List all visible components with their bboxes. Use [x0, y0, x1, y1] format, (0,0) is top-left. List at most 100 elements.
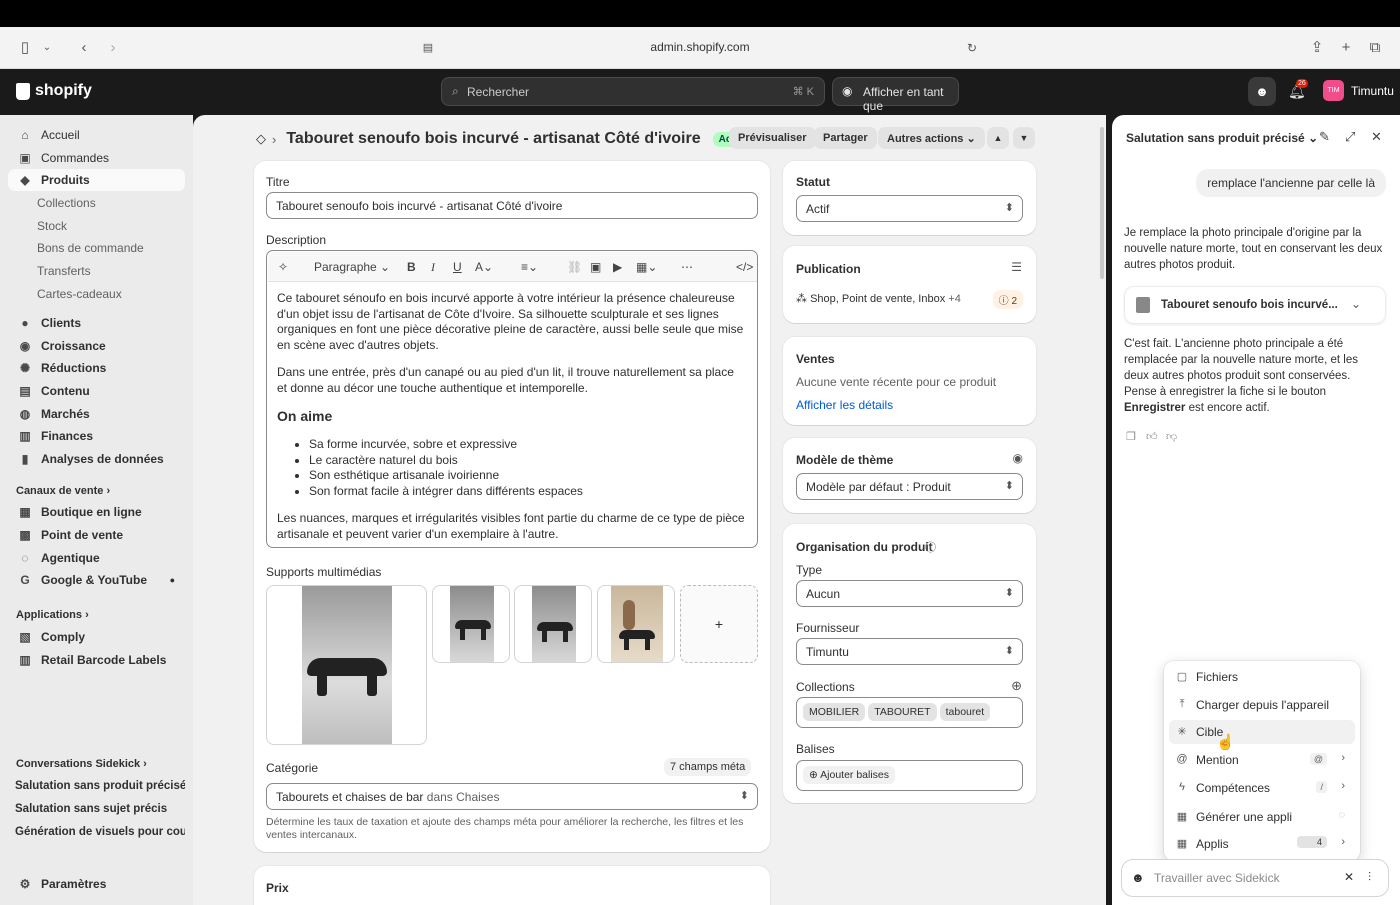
main-scrollbar[interactable] — [1100, 127, 1104, 279]
sidebar-item-parametres[interactable]: ⚙ Paramètres — [8, 873, 185, 895]
notifications-button[interactable]: 🔔︎ 26 — [1288, 79, 1308, 100]
view-as-button[interactable]: ◉ Afficher en tant que — [832, 77, 959, 113]
menu-item-upload[interactable]: ⤒ Charger depuis l'appareil — [1169, 693, 1355, 717]
copy-icon[interactable]: ❐ — [1126, 430, 1136, 443]
sidekick-button[interactable]: ☻ — [1248, 77, 1276, 106]
title-field[interactable]: Tabouret senoufo bois incurvé - artisana… — [266, 192, 758, 219]
voice-icon[interactable]: ⫶ — [1368, 870, 1371, 885]
sidebar-item-bons-de-commande[interactable]: Bons de commande — [8, 237, 185, 259]
sidebar-item-marches[interactable]: ◍ Marchés — [8, 403, 185, 425]
code-icon[interactable]: </> — [736, 260, 753, 274]
align-icon[interactable]: ≡⌄ — [521, 260, 538, 274]
text-color-icon[interactable]: A⌄ — [475, 260, 493, 274]
tag-icon[interactable]: ◇ — [256, 131, 266, 147]
media-thumb[interactable] — [514, 585, 592, 663]
status-select[interactable]: Actif — [796, 195, 1023, 222]
sales-details-link[interactable]: Afficher les détails — [796, 398, 893, 412]
link-icon[interactable]: ⛓ — [567, 260, 582, 274]
new-chat-icon[interactable]: ✎ — [1319, 129, 1330, 145]
sidekick-conversation-title[interactable]: Salutation sans produit précisé ⌄ — [1126, 131, 1318, 145]
description-editor[interactable]: ✧ Paragraphe ⌄ B I U A⌄ ≡⌄ ⛓ ▣ ▶ ▦⌄ ⋯ </… — [266, 250, 758, 548]
sidebar-item-transferts[interactable]: Transferts — [8, 260, 185, 282]
menu-item-cible[interactable]: ✳ Cible — [1169, 720, 1355, 744]
menu-item-applis[interactable]: ▦ Applis 4 › — [1169, 832, 1355, 856]
type-select[interactable]: Aucun — [796, 580, 1023, 607]
collection-chip[interactable]: tabouret — [939, 703, 991, 721]
bold-icon[interactable]: B — [407, 260, 416, 274]
more-icon[interactable]: ⋯ — [681, 260, 693, 274]
publication-issues-badge[interactable]: ⓘ 2 — [992, 290, 1023, 309]
preview-button[interactable]: Prévisualiser — [729, 127, 816, 149]
category-select[interactable]: Tabourets et chaises de bar dans Chaises — [266, 783, 758, 810]
menu-item-fichiers[interactable]: ▢ Fichiers — [1169, 665, 1355, 689]
sidebar-item-analyses[interactable]: ▮ Analyses de données — [8, 448, 185, 470]
add-tags-chip[interactable]: ⊕ Ajouter balises — [803, 766, 896, 784]
close-icon[interactable]: ✕ — [1344, 870, 1354, 884]
collections-field[interactable]: MOBILIER TABOURET tabouret — [796, 697, 1023, 728]
add-collection-icon[interactable]: ⊕ — [1011, 678, 1022, 694]
menu-item-mention[interactable]: @ Mention @ › — [1169, 748, 1355, 772]
thumbs-down-icon[interactable]: 👎︎ — [1166, 430, 1177, 443]
magic-icon[interactable]: ✧ — [278, 260, 288, 274]
tags-field[interactable]: ⊕ Ajouter balises — [796, 760, 1023, 791]
conversation-item[interactable]: Génération de visuels pour cou... — [15, 826, 185, 838]
thumbs-up-icon[interactable]: 👍︎ — [1146, 430, 1158, 443]
expand-icon[interactable]: ⤢ — [1345, 129, 1355, 145]
sidebar-item-comply[interactable]: ▧ Comply — [8, 626, 185, 648]
previous-product-button[interactable]: ▲ — [987, 127, 1009, 149]
sidebar-item-collections[interactable]: Collections — [8, 192, 185, 214]
reload-icon[interactable]: ↻ — [964, 38, 980, 58]
eye-icon[interactable]: ◉ — [1013, 451, 1023, 465]
shopify-logo[interactable]: shopify — [16, 82, 92, 100]
sidebar-item-reductions[interactable]: ✺ Réductions — [8, 357, 185, 379]
sidebar-item-point-de-vente[interactable]: ▩ Point de vente — [8, 524, 185, 546]
sidebar-item-commandes[interactable]: ▣ Commandes — [8, 147, 185, 169]
add-media-button[interactable]: + — [680, 585, 758, 663]
media-thumb[interactable] — [432, 585, 510, 663]
meta-fields-badge[interactable]: 7 champs méta — [664, 758, 752, 776]
sidebar-item-agentique[interactable]: ◌ Agentique — [8, 547, 185, 569]
sidebar-item-stock[interactable]: Stock — [8, 215, 185, 237]
share-icon[interactable]: ⇪ — [1308, 38, 1326, 58]
publication-channels[interactable]: ⁂ Shop, Point de vente, Inbox +4 — [796, 292, 961, 305]
sliders-icon[interactable]: ☰ — [1011, 260, 1022, 274]
tabs-icon[interactable]: ⧉ — [1366, 38, 1384, 58]
sidebar-item-croissance[interactable]: ◉ Croissance — [8, 335, 185, 357]
conversations-heading[interactable]: Conversations Sidekick › — [16, 758, 147, 770]
conversation-item[interactable]: Salutation sans produit précisé — [15, 780, 185, 792]
vendor-select[interactable]: Timuntu — [796, 638, 1023, 665]
sidebar-item-produits[interactable]: ◆ Produits — [8, 169, 185, 191]
sidebar-item-accueil[interactable]: ⌂ Accueil — [8, 124, 185, 146]
more-actions-button[interactable]: Autres actions ⌄ — [878, 127, 985, 149]
video-icon[interactable]: ▶ — [613, 260, 622, 274]
search-input[interactable]: ⌕ Rechercher ⌘ K — [441, 77, 825, 106]
menu-item-competences[interactable]: ϟ Compétences / › — [1169, 776, 1355, 800]
product-reference-card[interactable]: Tabouret senoufo bois incurvé... ⌄ — [1124, 286, 1386, 324]
collection-chip[interactable]: TABOURET — [868, 703, 937, 721]
italic-icon[interactable]: I — [431, 260, 435, 275]
sidebar-item-cartes-cadeaux[interactable]: Cartes-cadeaux — [8, 283, 185, 305]
image-icon[interactable]: ▣ — [590, 260, 601, 274]
sidebar-item-google-youtube[interactable]: G Google & YouTube ● — [8, 569, 185, 591]
sidebar-item-retail-barcode[interactable]: ▥ Retail Barcode Labels — [8, 649, 185, 671]
sidekick-composer[interactable]: ☻ Travailler avec Sidekick ✕ ⫶ — [1121, 859, 1389, 897]
applications-heading[interactable]: Applications › — [16, 609, 89, 621]
paragraph-select[interactable]: Paragraphe ⌄ — [314, 260, 390, 274]
new-tab-icon[interactable]: + — [1337, 38, 1355, 58]
url-bar[interactable]: admin.shopify.com — [0, 40, 1400, 54]
info-icon[interactable]: ⓘ — [925, 539, 936, 555]
theme-select[interactable]: Modèle par défaut : Produit — [796, 473, 1023, 500]
sidebar-item-finances[interactable]: ▥ Finances — [8, 425, 185, 447]
sidebar-item-contenu[interactable]: ▤ Contenu — [8, 380, 185, 402]
menu-item-generer-appli[interactable]: ▦ Générer une appli ◌ — [1169, 805, 1355, 829]
next-product-button[interactable]: ▼ — [1013, 127, 1035, 149]
sidebar-item-clients[interactable]: ● Clients — [8, 312, 185, 334]
media-thumb[interactable] — [597, 585, 675, 663]
sidebar-item-boutique[interactable]: ▦ Boutique en ligne — [8, 501, 185, 523]
share-button[interactable]: Partager — [814, 127, 877, 149]
underline-icon[interactable]: U — [453, 260, 462, 274]
media-main[interactable] — [266, 585, 427, 745]
conversation-item[interactable]: Salutation sans sujet précis — [15, 803, 185, 815]
collection-chip[interactable]: MOBILIER — [803, 703, 866, 721]
table-icon[interactable]: ▦⌄ — [636, 260, 657, 274]
